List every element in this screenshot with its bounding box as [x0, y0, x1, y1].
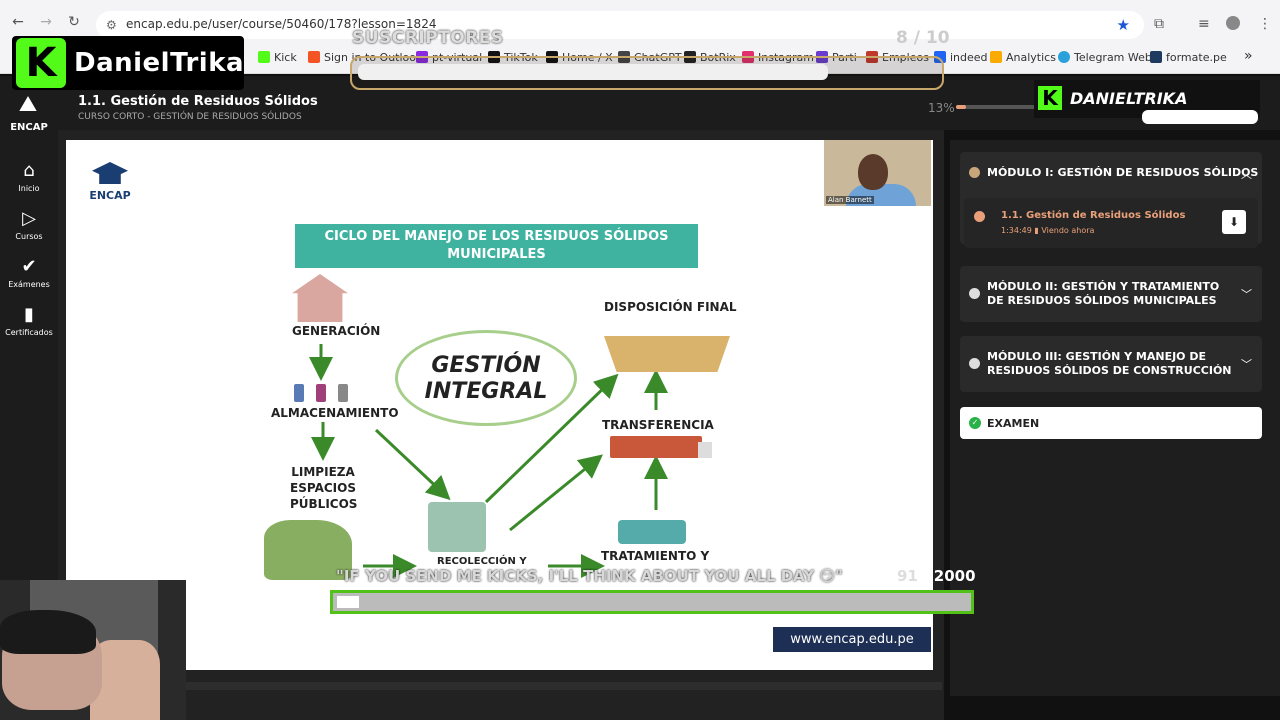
module-status-icon	[969, 288, 980, 299]
label-limpieza: LIMPIEZA ESPACIOS PÚBLICOS	[290, 465, 358, 511]
storage-bins-illustration	[292, 380, 352, 402]
label-tratamiento: TRATAMIENTO Y	[601, 549, 710, 563]
chevron-down-icon[interactable]: ﹀	[1241, 286, 1252, 302]
streamer-name: DanielTrika	[74, 48, 245, 78]
module-3[interactable]: MÓDULO III: GESTIÓN Y MANEJO DE RESIDUOS…	[960, 336, 1262, 392]
label-recoleccion: RECOLECCIÓN Y	[437, 556, 527, 567]
check-circle-icon: ✓	[969, 417, 981, 429]
slide-website: www.encap.edu.pe	[773, 627, 931, 652]
extensions-icon[interactable]: ⧉	[1154, 16, 1164, 32]
profile-avatar[interactable]	[1226, 16, 1240, 30]
module-complete-icon	[969, 167, 980, 178]
sidebar-item-examenes[interactable]: ✔ Exámenes	[0, 256, 58, 289]
label-almacenamiento: ALMACENAMIENTO	[271, 406, 399, 420]
forward-icon[interactable]: →	[38, 14, 54, 30]
label-generacion: GENERACIÓN	[292, 324, 381, 338]
media-icon[interactable]: ≡	[1198, 16, 1210, 32]
treatment-plant-illustration	[618, 520, 686, 544]
progress-label: 13%	[928, 101, 955, 115]
lesson-title: 1.1. Gestión de Residuos Sólidos	[78, 94, 318, 109]
collection-truck-illustration	[428, 502, 486, 552]
reload-icon[interactable]: ↻	[66, 14, 82, 30]
check-icon: ✔	[21, 256, 37, 277]
subs-goal-fill	[358, 64, 828, 80]
chevron-down-icon[interactable]: ﹀	[1241, 356, 1252, 372]
lesson-item-current[interactable]: 1.1. Gestión de Residuos Sólidos 1:34:49…	[964, 198, 1258, 248]
back-icon[interactable]: ←	[10, 14, 26, 30]
streamer-webcam	[0, 580, 186, 720]
subs-goal-bar	[350, 56, 944, 90]
site-info-icon[interactable]: ⚙	[106, 18, 117, 32]
module-status-icon	[969, 358, 980, 369]
address-bar[interactable]: ⚙ encap.edu.pe/user/course/50460/178?les…	[96, 11, 1144, 39]
sidebar-item-inicio[interactable]: ⌂ Inicio	[0, 160, 58, 193]
kick-goal-bar	[330, 590, 974, 614]
course-subtitle: CURSO CORTO - GESTIÓN DE RESIDUOS SÓLIDO…	[78, 112, 302, 122]
bookmark-item[interactable]: formate.pe	[1150, 51, 1227, 64]
kick-goal-count: 91 / 2000	[897, 567, 976, 585]
sidebar-item-cursos[interactable]: ▷ Cursos	[0, 208, 58, 241]
progress-bar	[956, 105, 1036, 109]
streamer-overlay-badge: K DANIELTRIKA	[1034, 80, 1260, 124]
kick-logo-icon: K	[16, 38, 66, 88]
label-transferencia: TRANSFERENCIA	[602, 418, 714, 432]
download-icon[interactable]: ⬇	[1222, 210, 1246, 234]
lesson-status: Viendo ahora	[1041, 226, 1095, 235]
bookmark-icon: ▮	[24, 304, 34, 325]
streamer-name-italic: DANIELTRIKA	[1070, 89, 1188, 108]
encap-logo-icon[interactable]: ⛰	[10, 92, 46, 120]
kick-goal-fill	[337, 596, 359, 608]
gestion-integral-ellipse: GESTIÓN INTEGRAL	[395, 330, 577, 426]
landfill-illustration	[604, 336, 730, 372]
play-icon: ▷	[22, 208, 36, 229]
streamer-overlay-logo: K DanielTrika	[12, 36, 244, 90]
sidebar-logo-text: ENCAP	[10, 122, 48, 133]
sidebar-item-certificados[interactable]: ▮ Certificados	[0, 304, 58, 337]
module-2[interactable]: MÓDULO II: GESTIÓN Y TRATAMIENTO DE RESI…	[960, 266, 1262, 322]
menu-icon[interactable]: ⋮	[1258, 16, 1272, 32]
lesson-status-icon	[974, 211, 985, 222]
subs-goal-count: 8 / 10	[896, 28, 950, 48]
player-controls-bar	[186, 682, 942, 690]
transfer-truck-illustration	[610, 436, 712, 458]
bookmark-item[interactable]: Telegram Web	[1058, 51, 1152, 64]
kick-goal-message: "IF YOU SEND ME KICKS, I'LL THINK ABOUT …	[336, 567, 843, 585]
kick-logo-icon: K	[1038, 86, 1062, 110]
exam-button[interactable]: ✓ EXAMEN	[960, 407, 1262, 439]
progress-fill	[956, 105, 967, 109]
more-bookmarks-icon[interactable]: »	[1244, 48, 1253, 64]
chevron-up-icon[interactable]: ︿	[1241, 166, 1252, 182]
bookmark-item[interactable]: Kick	[258, 51, 297, 64]
home-icon: ⌂	[23, 160, 35, 181]
label-disposicion-final: DISPOSICIÓN FINAL	[604, 300, 737, 314]
bookmark-star-icon[interactable]: ★	[1117, 16, 1130, 34]
bookmark-item[interactable]: Analytics	[990, 51, 1056, 64]
subs-goal-label: SUSCRIPTORES	[352, 28, 504, 48]
lesson-duration: 1:34:49	[1001, 226, 1032, 235]
